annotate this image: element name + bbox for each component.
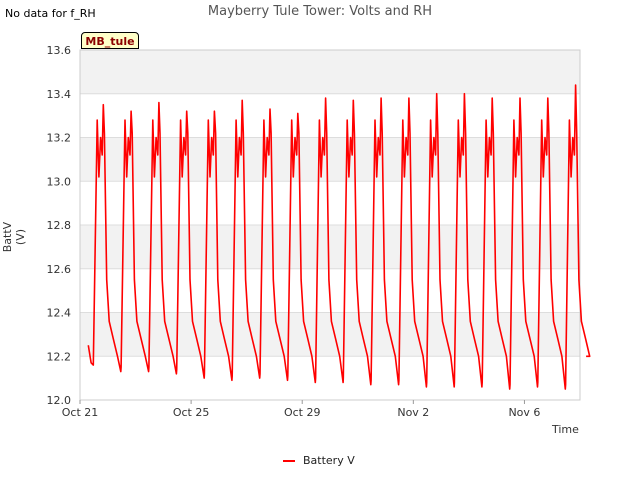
y-tick-label: 13.4 bbox=[47, 88, 72, 101]
legend: Battery V bbox=[283, 454, 355, 467]
x-axis-label: Time bbox=[552, 423, 579, 436]
y-tick-label: 12.8 bbox=[47, 219, 72, 232]
x-tick-label: Nov 6 bbox=[508, 406, 540, 419]
x-tick-label: Nov 2 bbox=[397, 406, 429, 419]
y-tick-label: 12.6 bbox=[47, 263, 72, 276]
battery-voltage-chart: 12.012.212.412.612.813.013.213.413.6Oct … bbox=[47, 44, 591, 419]
y-tick-label: 12.4 bbox=[47, 307, 72, 320]
legend-label-battery-v: Battery V bbox=[303, 454, 355, 467]
plot-band bbox=[80, 225, 580, 269]
plot-band bbox=[80, 181, 580, 225]
plot-band bbox=[80, 50, 580, 94]
plot-band bbox=[80, 93, 580, 138]
plot-band bbox=[80, 356, 580, 400]
x-tick-label: Oct 21 bbox=[62, 406, 99, 419]
legend-swatch-battery-v bbox=[283, 460, 295, 462]
x-tick-label: Oct 29 bbox=[284, 406, 321, 419]
y-tick-label: 13.6 bbox=[47, 44, 72, 57]
site-tag: MB_tule bbox=[81, 32, 139, 49]
y-tick-label: 13.2 bbox=[47, 132, 72, 145]
y-axis-label: BattV (V) bbox=[1, 221, 27, 253]
y-tick-label: 13.0 bbox=[47, 175, 72, 188]
x-tick-label: Oct 25 bbox=[173, 406, 210, 419]
y-tick-label: 12.2 bbox=[47, 350, 72, 363]
